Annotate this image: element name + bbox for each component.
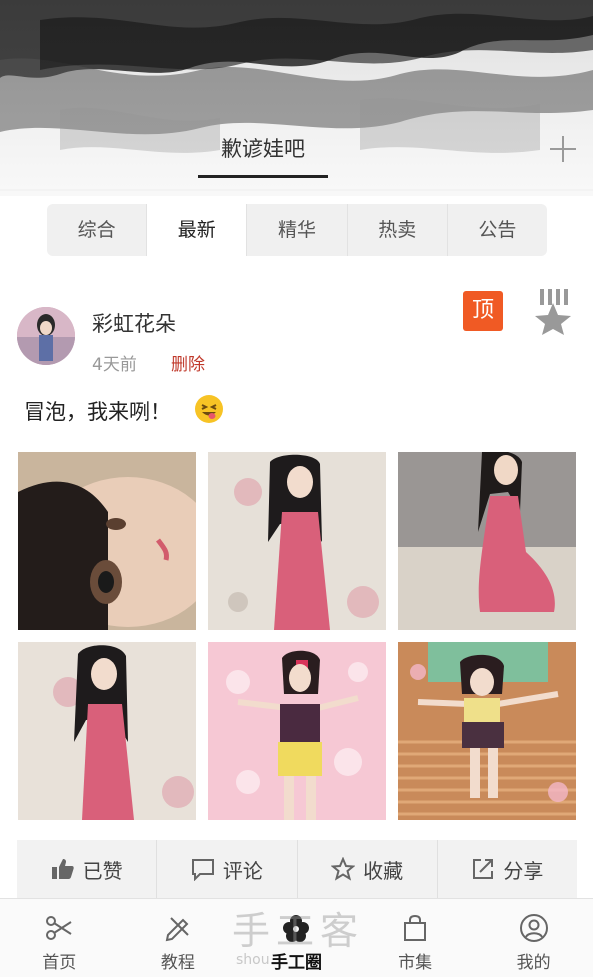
nav-market[interactable]: 市集 bbox=[356, 899, 475, 977]
filter-tabs: 综合 最新 精华 热卖 公告 bbox=[47, 204, 547, 256]
author-name[interactable]: 彩虹花朵 bbox=[92, 308, 176, 338]
star-icon bbox=[331, 857, 356, 881]
post-photo[interactable] bbox=[18, 452, 196, 630]
nav-tutorial[interactable]: 教程 bbox=[119, 899, 238, 977]
post-photo[interactable] bbox=[208, 642, 386, 820]
favorite-label: 收藏 bbox=[363, 858, 404, 883]
nav-mine-label: 我的 bbox=[516, 953, 551, 973]
tab-latest[interactable]: 最新 bbox=[147, 204, 248, 256]
post-photo[interactable] bbox=[208, 452, 386, 630]
avatar[interactable] bbox=[17, 307, 75, 365]
nav-circle-label: 手工圈 bbox=[270, 953, 322, 973]
scissors-icon bbox=[46, 916, 72, 940]
group-name-tab[interactable]: 歉谚娃吧 bbox=[198, 130, 328, 180]
nav-circle[interactable]: 手工圈 bbox=[237, 899, 356, 977]
share-label: 分享 bbox=[503, 858, 544, 883]
grinning-tongue-emoji-icon bbox=[195, 395, 223, 423]
tab-hot-sale[interactable]: 热卖 bbox=[348, 204, 448, 256]
comment-button[interactable]: 评论 bbox=[157, 840, 298, 898]
nav-market-label: 市集 bbox=[398, 953, 433, 973]
tab-featured[interactable]: 精华 bbox=[247, 204, 348, 256]
post-photo[interactable] bbox=[398, 642, 576, 820]
comment-label: 评论 bbox=[222, 858, 263, 883]
shopping-bag-icon bbox=[404, 914, 427, 941]
nav-home[interactable]: 首页 bbox=[0, 899, 119, 977]
post-time: 4天前 bbox=[92, 355, 137, 375]
post-photo[interactable] bbox=[398, 452, 576, 630]
pencil-ruler-icon bbox=[165, 917, 189, 942]
nav-mine[interactable]: 我的 bbox=[474, 899, 593, 977]
post-action-bar: 已赞 评论 收藏 分享 bbox=[17, 840, 577, 898]
delete-link[interactable]: 删除 bbox=[171, 350, 205, 375]
nav-tutorial-label: 教程 bbox=[160, 953, 195, 973]
flower-icon bbox=[283, 915, 310, 942]
thumbs-up-icon bbox=[51, 859, 74, 879]
add-icon[interactable] bbox=[546, 132, 580, 166]
bottom-navigation: 首页 教程 手工圈 市集 我的 bbox=[0, 898, 593, 977]
medal-icon bbox=[535, 289, 571, 335]
like-label: 已赞 bbox=[82, 858, 123, 883]
group-name-label: 歉谚娃吧 bbox=[221, 137, 305, 161]
post-photo[interactable] bbox=[18, 642, 196, 820]
share-icon bbox=[473, 859, 494, 879]
user-icon bbox=[519, 914, 548, 942]
nav-home-label: 首页 bbox=[42, 953, 77, 973]
group-banner: 歉谚娃吧 bbox=[0, 0, 593, 196]
comment-icon bbox=[191, 859, 214, 881]
like-button[interactable]: 已赞 bbox=[17, 840, 158, 898]
favorite-button[interactable]: 收藏 bbox=[298, 840, 438, 898]
active-tab-underline bbox=[198, 175, 328, 178]
tab-announcement[interactable]: 公告 bbox=[448, 204, 547, 256]
tab-comprehensive[interactable]: 综合 bbox=[47, 204, 148, 256]
post-text: 冒泡，我来咧！ bbox=[24, 400, 171, 424]
share-button[interactable]: 分享 bbox=[438, 840, 577, 898]
pinned-badge: 顶 bbox=[463, 291, 503, 331]
